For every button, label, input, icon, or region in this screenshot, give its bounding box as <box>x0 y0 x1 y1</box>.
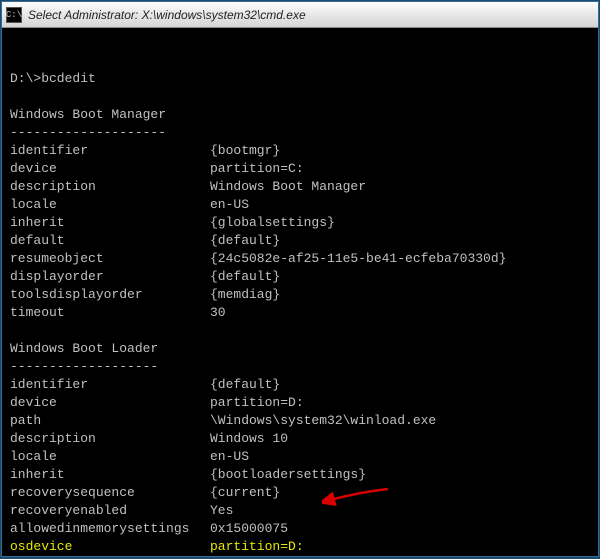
row-value: {memdiag} <box>210 286 590 304</box>
row-key: recoveryenabled <box>10 502 210 520</box>
output-row: localeen-US <box>10 448 590 466</box>
row-key: device <box>10 160 210 178</box>
output-row: identifier{default} <box>10 376 590 394</box>
row-value: Windows 10 <box>210 430 590 448</box>
cmd-icon: C:\ <box>6 7 22 23</box>
row-key: allowedinmemorysettings <box>10 520 210 538</box>
section-header: Windows Boot Loader <box>10 340 590 358</box>
row-key: timeout <box>10 304 210 322</box>
row-key: recoverysequence <box>10 484 210 502</box>
output-row: descriptionWindows Boot Manager <box>10 178 590 196</box>
row-key: inherit <box>10 214 210 232</box>
row-value: en-US <box>210 196 590 214</box>
row-key: description <box>10 178 210 196</box>
row-key: displayorder <box>10 268 210 286</box>
row-value: Windows Boot Manager <box>210 178 590 196</box>
output-row: path\Windows\system32\winload.exe <box>10 412 590 430</box>
output-row: osdevicepartition=D: <box>10 538 590 556</box>
output-row: devicepartition=C: <box>10 160 590 178</box>
row-key: path <box>10 412 210 430</box>
row-value: \Windows\system32\winload.exe <box>210 412 590 430</box>
row-value: {bootloadersettings} <box>210 466 590 484</box>
row-value: {default} <box>210 232 590 250</box>
output-row: allowedinmemorysettings0x15000075 <box>10 520 590 538</box>
row-key: locale <box>10 196 210 214</box>
row-value: {24c5082e-af25-11e5-be41-ecfeba70330d} <box>210 250 590 268</box>
output-row: timeout30 <box>10 304 590 322</box>
output-row: toolsdisplayorder{memdiag} <box>10 286 590 304</box>
cmd-window: C:\ Select Administrator: X:\windows\sys… <box>1 1 599 557</box>
row-value: partition=C: <box>210 160 590 178</box>
output-row: resumeobject{24c5082e-af25-11e5-be41-ecf… <box>10 250 590 268</box>
row-key: identifier <box>10 376 210 394</box>
row-key: device <box>10 394 210 412</box>
row-value: {bootmgr} <box>210 142 590 160</box>
row-value: 0x15000075 <box>210 520 590 538</box>
titlebar[interactable]: C:\ Select Administrator: X:\windows\sys… <box>2 2 598 28</box>
output-row: identifier{bootmgr} <box>10 142 590 160</box>
output-row: recoverysequence{current} <box>10 484 590 502</box>
row-value: {default} <box>210 268 590 286</box>
window-title: Select Administrator: X:\windows\system3… <box>28 8 306 22</box>
row-key: inherit <box>10 466 210 484</box>
prompt-line: D:\>bcdedit <box>10 70 590 88</box>
row-value: {globalsettings} <box>210 214 590 232</box>
row-value: partition=D: <box>210 394 590 412</box>
section-divider: -------------------- <box>10 124 590 142</box>
row-key: locale <box>10 448 210 466</box>
output-row: default{default} <box>10 232 590 250</box>
row-value: {current} <box>210 484 590 502</box>
blank-line <box>10 88 590 106</box>
output-row: localeen-US <box>10 196 590 214</box>
row-key: identifier <box>10 142 210 160</box>
row-value: en-US <box>210 448 590 466</box>
row-value: partition=D: <box>210 538 590 556</box>
output-row: recoveryenabledYes <box>10 502 590 520</box>
section-header: Windows Boot Manager <box>10 106 590 124</box>
row-value: {default} <box>210 376 590 394</box>
output-row: inherit{globalsettings} <box>10 214 590 232</box>
section-divider: ------------------- <box>10 358 590 376</box>
terminal-output[interactable]: D:\>bcdedit Windows Boot Manager--------… <box>2 28 598 556</box>
output-row: displayorder{default} <box>10 268 590 286</box>
output-row: descriptionWindows 10 <box>10 430 590 448</box>
row-key: resumeobject <box>10 250 210 268</box>
row-key: osdevice <box>10 538 210 556</box>
output-row: devicepartition=D: <box>10 394 590 412</box>
row-value: Yes <box>210 502 590 520</box>
row-key: description <box>10 430 210 448</box>
row-key: toolsdisplayorder <box>10 286 210 304</box>
blank-line <box>10 322 590 340</box>
row-value: 30 <box>210 304 590 322</box>
row-key: default <box>10 232 210 250</box>
output-row: inherit{bootloadersettings} <box>10 466 590 484</box>
